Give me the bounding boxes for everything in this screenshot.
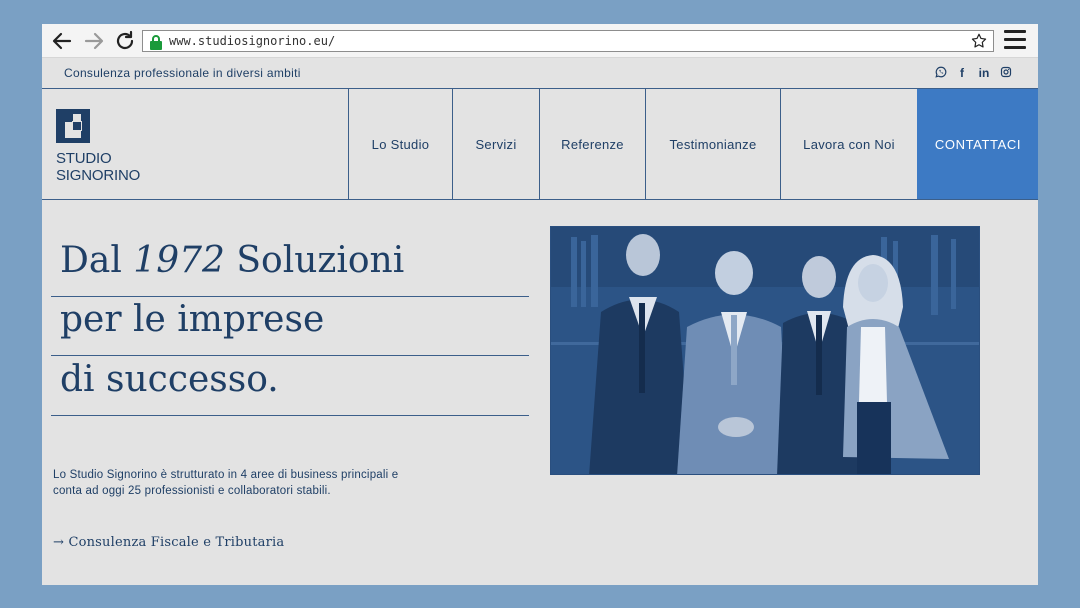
headline-text-1a: Dal: [60, 240, 134, 281]
reload-icon[interactable]: [113, 29, 137, 53]
facebook-icon[interactable]: f: [956, 66, 968, 80]
team-photo-illustration: [551, 227, 979, 474]
arrow-right-icon: →: [53, 535, 65, 550]
logo-line-2: SIGNORINO: [56, 167, 141, 184]
address-bar[interactable]: www.studiosignorino.eu/: [142, 30, 994, 52]
hero-headline-line-3: di successo.: [51, 356, 529, 416]
nav-item-lavora-con-noi[interactable]: Lavora con Noi: [780, 89, 917, 199]
forward-arrow-icon[interactable]: [82, 29, 106, 53]
hero-description: Lo Studio Signorino è strutturato in 4 a…: [53, 469, 399, 497]
hero-headline-line-2: per le imprese: [51, 296, 529, 356]
headline-text-1b: Soluzioni: [224, 240, 405, 281]
browser-menu-icon[interactable]: [1004, 30, 1026, 52]
contact-button[interactable]: CONTATTACI: [917, 89, 1038, 199]
site-header: STUDIO SIGNORINO Lo Studio Servizi Refer…: [42, 89, 1038, 200]
browser-toolbar: www.studiosignorino.eu/: [42, 24, 1038, 58]
social-links: f in: [935, 66, 1012, 80]
nav-item-testimonianze[interactable]: Testimonianze: [645, 89, 780, 199]
hero-headline-line-1: Dal 1972 Soluzioni: [51, 237, 529, 297]
service-link-label: Consulenza Fiscale e Tributaria: [68, 535, 285, 550]
logo-wordmark: STUDIO SIGNORINO: [56, 150, 140, 184]
linkedin-icon[interactable]: in: [977, 66, 991, 80]
team-photo: [550, 226, 980, 475]
site-logo[interactable]: STUDIO SIGNORINO: [56, 109, 176, 189]
instagram-icon[interactable]: [1000, 66, 1012, 80]
whatsapp-icon[interactable]: [935, 66, 947, 80]
back-arrow-icon[interactable]: [50, 29, 74, 53]
logo-mark-icon: [56, 109, 90, 143]
url-text: www.studiosignorino.eu/: [169, 34, 336, 48]
nav-item-lo-studio[interactable]: Lo Studio: [348, 89, 452, 199]
bookmark-star-icon[interactable]: [970, 32, 988, 50]
tagline: Consulenza professionale in diversi ambi…: [64, 66, 301, 80]
service-link[interactable]: → Consulenza Fiscale e Tributaria: [53, 535, 284, 550]
lock-icon: [149, 34, 163, 50]
main-navigation: Lo Studio Servizi Referenze Testimonianz…: [348, 89, 1038, 199]
nav-item-servizi[interactable]: Servizi: [452, 89, 539, 199]
top-bar: Consulenza professionale in diversi ambi…: [42, 58, 1038, 89]
nav-item-referenze[interactable]: Referenze: [539, 89, 645, 199]
headline-year: 1972: [133, 240, 225, 281]
logo-line-1: STUDIO: [56, 150, 112, 167]
browser-window: www.studiosignorino.eu/ Consulenza profe…: [42, 24, 1038, 585]
